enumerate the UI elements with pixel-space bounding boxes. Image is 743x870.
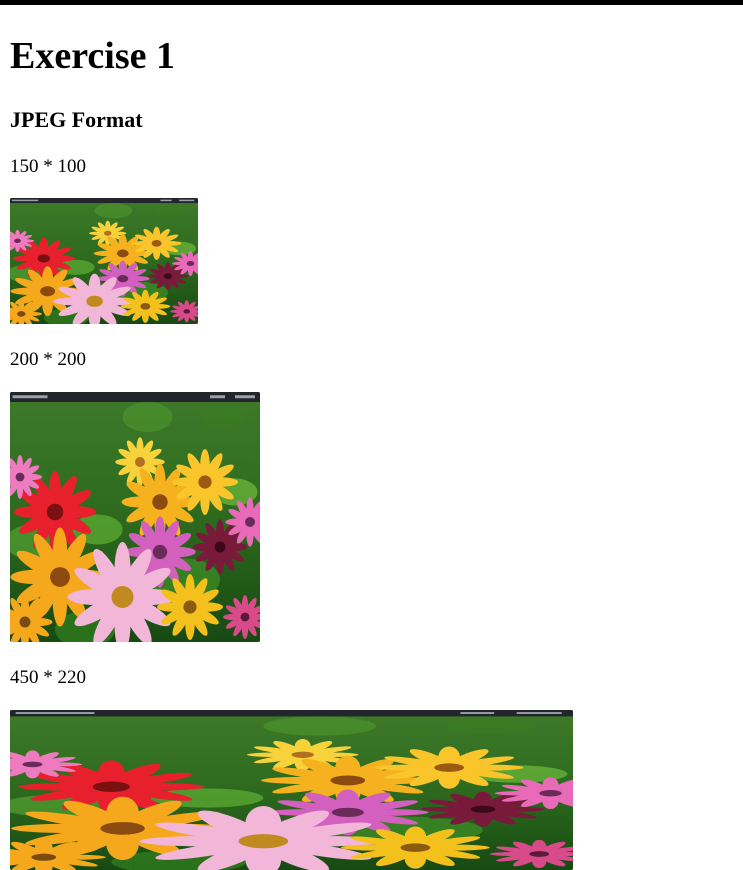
browser-top-border (0, 0, 743, 5)
flower-photo-graphic (10, 198, 198, 324)
image-caption-3: 450 * 220 (10, 667, 86, 688)
section-heading: JPEG Format (10, 107, 143, 132)
page-title: Exercise 1 (10, 35, 175, 77)
image-caption-2: 200 * 200 (10, 349, 86, 370)
flower-photo-graphic (10, 710, 573, 870)
flower-image-1 (10, 198, 198, 324)
image-caption-1: 150 * 100 (10, 156, 86, 177)
flower-image-3 (10, 710, 573, 870)
flower-photo-graphic (10, 392, 260, 642)
flower-image-2 (10, 392, 260, 642)
